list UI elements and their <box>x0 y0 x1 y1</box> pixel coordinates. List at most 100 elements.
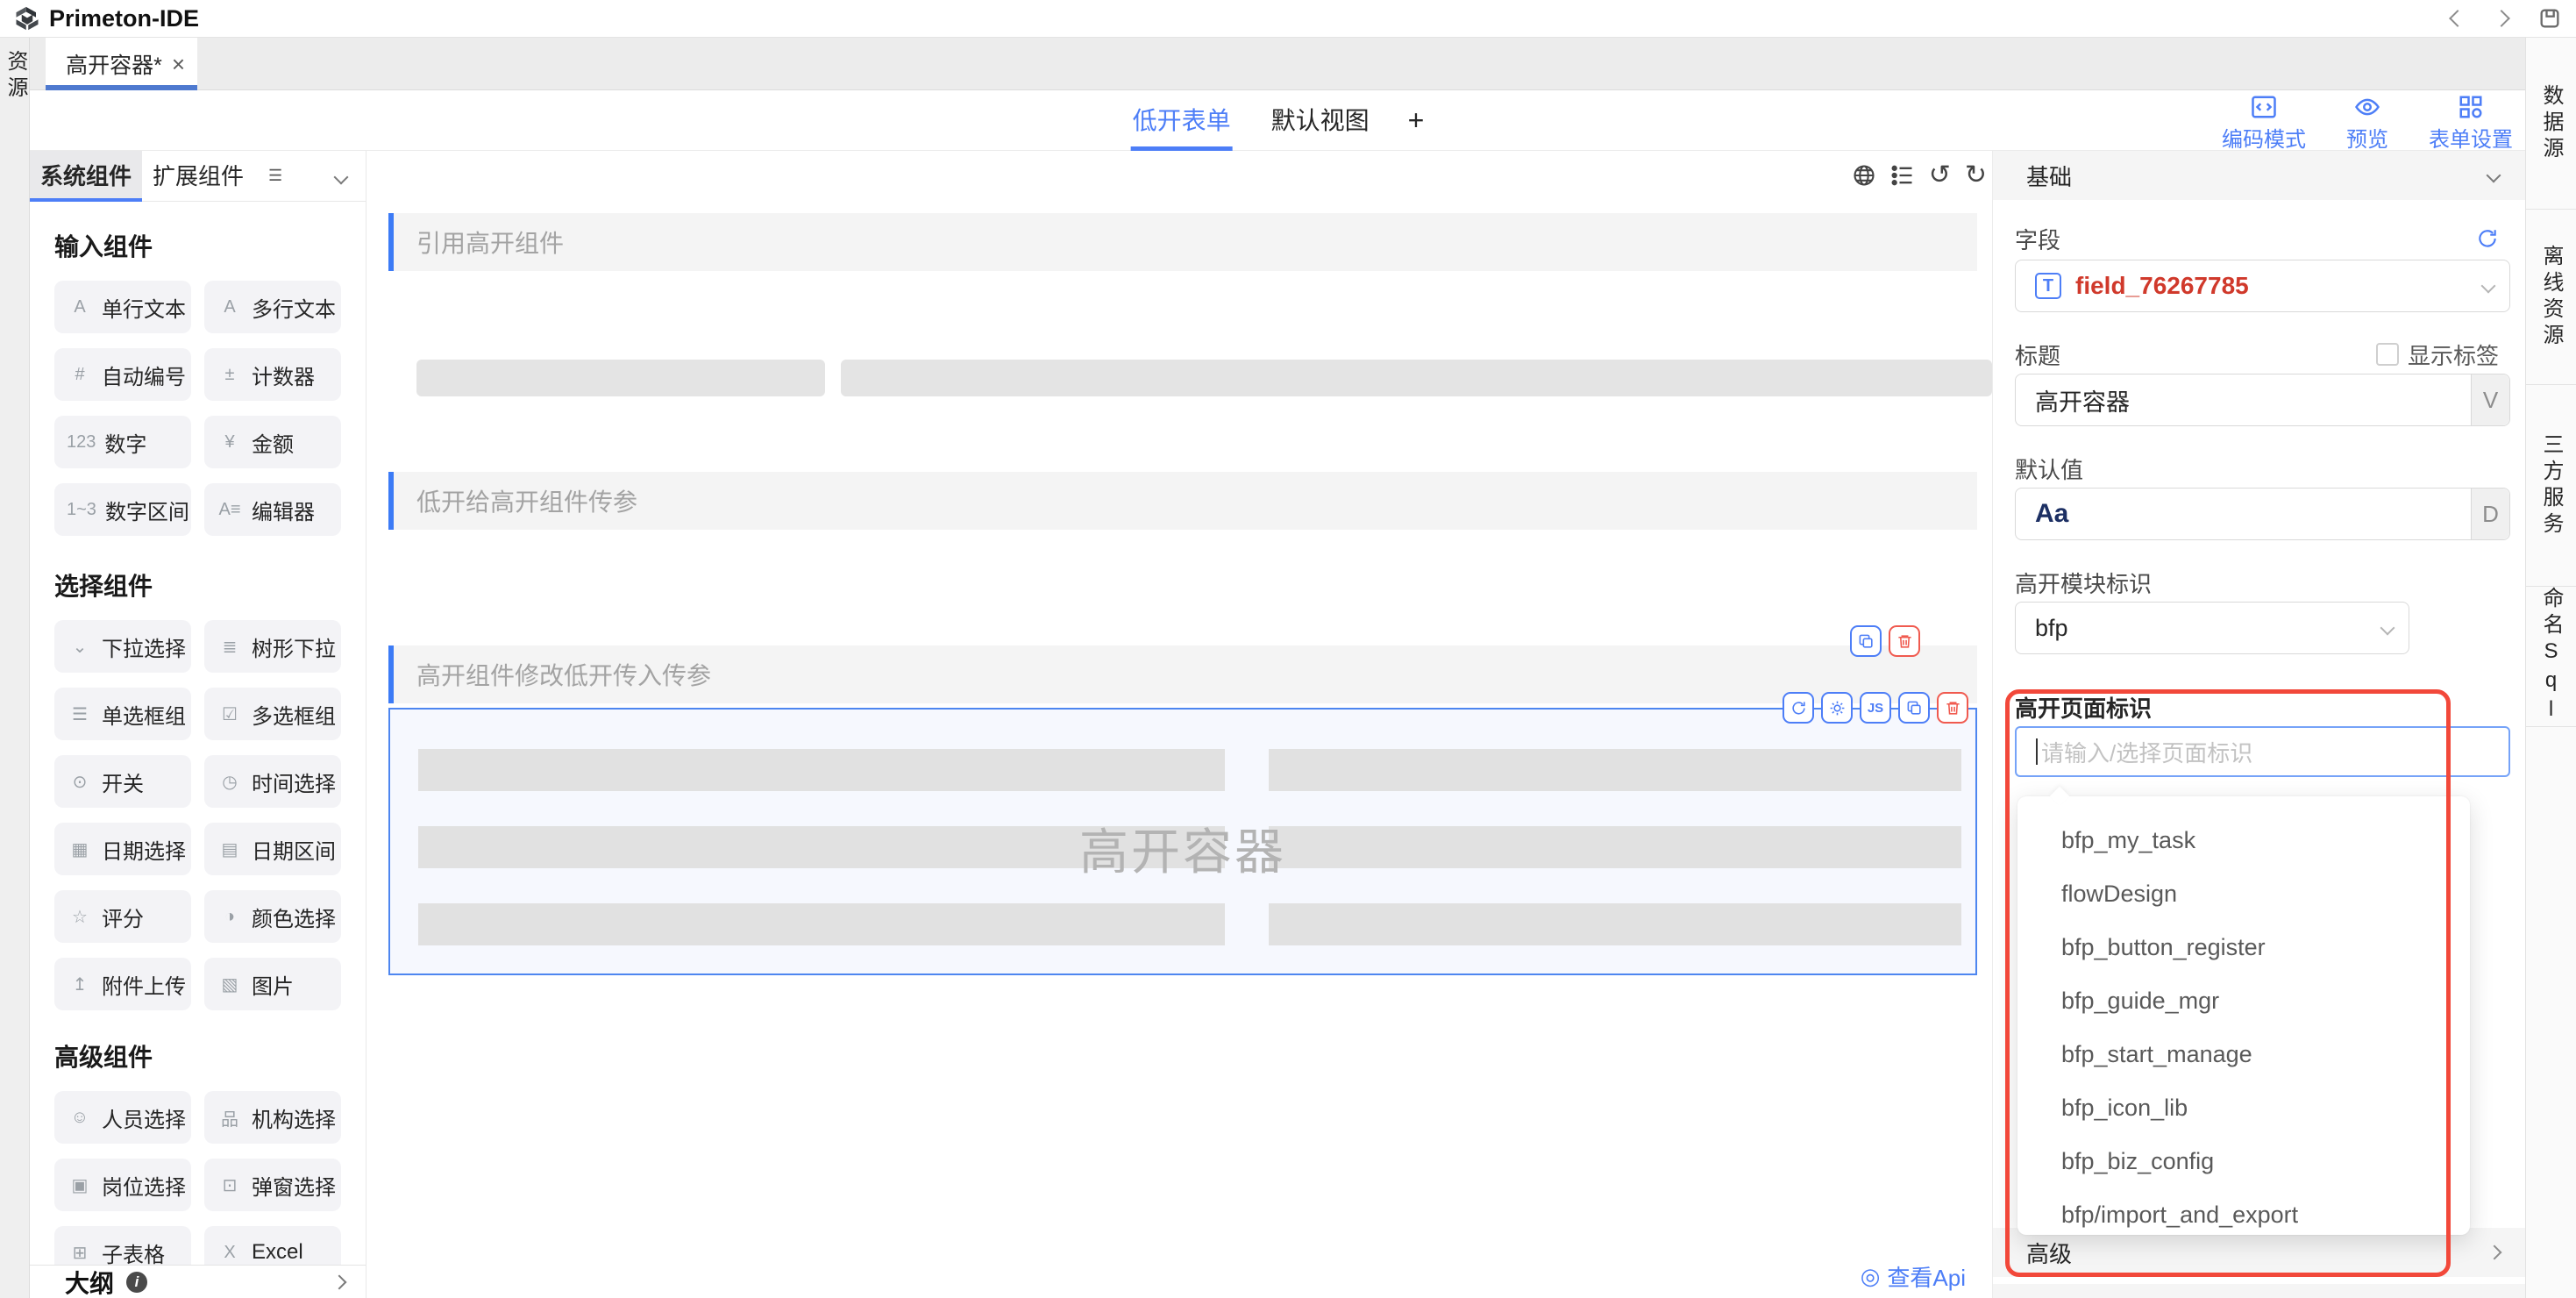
component-icon: 123 <box>67 432 96 453</box>
code-mode-button[interactable]: 编码模式 <box>2222 94 2306 153</box>
back-icon[interactable] <box>2449 10 2466 27</box>
component-label: 日期区间 <box>252 834 336 865</box>
component-item[interactable]: ↥附件上传 <box>54 958 191 1010</box>
copy-button[interactable] <box>1898 692 1930 724</box>
default-value-input[interactable]: Aa D <box>2015 488 2510 540</box>
component-icon: ¥ <box>217 432 243 453</box>
component-item[interactable]: ▤日期区间 <box>204 823 341 875</box>
component-item[interactable]: ☆评分 <box>54 890 191 943</box>
sidebar-item-resources[interactable]: 资源 <box>0 50 31 103</box>
default-value-dynamic-button[interactable]: D <box>2471 489 2509 539</box>
group-title-input: 输入组件 <box>54 228 366 263</box>
outline-bar[interactable]: 大纲 i <box>30 1265 366 1298</box>
settings-button[interactable] <box>1821 692 1853 724</box>
component-item[interactable]: ⊙开关 <box>54 755 191 808</box>
forward-icon[interactable] <box>2493 10 2510 27</box>
placeholder-field[interactable] <box>841 360 1992 396</box>
component-item[interactable]: ⌄下拉选择 <box>54 620 191 673</box>
js-event-button[interactable]: JS <box>1860 692 1891 724</box>
module-id-label: 高开模块标识 <box>2015 567 2152 599</box>
container-watermark: 高开容器 <box>390 813 1975 884</box>
component-item[interactable]: ☑多选框组 <box>204 688 341 740</box>
module-id-label-row: 高开模块标识 <box>1993 570 2525 595</box>
sync-button[interactable] <box>1783 692 1814 724</box>
right-dock-tab[interactable]: 数据源 <box>2526 38 2576 210</box>
dropdown-option[interactable]: bfp_my_task <box>2017 814 2470 867</box>
dropdown-option[interactable]: bfp_icon_lib <box>2017 1081 2470 1135</box>
add-view-button[interactable]: + <box>1408 104 1425 137</box>
save-icon[interactable] <box>2537 6 2562 31</box>
placeholder-field[interactable] <box>416 360 825 396</box>
tab-close-icon[interactable]: × <box>172 51 185 78</box>
form-settings-button[interactable]: 表单设置 <box>2429 94 2513 153</box>
component-icon: A <box>217 297 243 317</box>
outline-tree-icon[interactable] <box>1890 163 1915 188</box>
section-hk-modifies-params[interactable]: 高开组件修改低开传入传参 <box>388 645 1977 703</box>
component-item[interactable]: ¥金额 <box>204 416 341 468</box>
component-item[interactable]: 1~3数字区间 <box>54 483 191 536</box>
component-label: 单行文本 <box>102 292 186 323</box>
component-item[interactable]: A 单行文本 <box>54 281 191 333</box>
section-pass-params-to-hk[interactable]: 低开给高开组件传参 <box>388 472 1977 530</box>
component-item[interactable]: ±计数器 <box>204 348 341 401</box>
style-section-header[interactable]: 样式 <box>1993 1284 2525 1298</box>
delete-button[interactable] <box>1889 625 1920 657</box>
component-label: 图片 <box>252 969 294 1000</box>
redo-icon[interactable]: ↻ <box>1965 163 1987 188</box>
component-item[interactable]: #自动编号 <box>54 348 191 401</box>
component-item[interactable]: ☺人员选择 <box>54 1091 191 1144</box>
app-title: Primeton-IDE <box>49 5 199 32</box>
show-label-checkbox[interactable] <box>2376 343 2399 366</box>
page-id-label: 高开页面标识 <box>2015 691 2152 724</box>
component-item[interactable]: ◑颜色选择 <box>204 890 341 943</box>
component-item[interactable]: ⊡弹窗选择 <box>204 1159 341 1211</box>
default-value-label-row: 默认值 <box>1993 456 2525 481</box>
component-item[interactable]: ☰单选框组 <box>54 688 191 740</box>
title-variable-button[interactable]: V <box>2471 374 2509 425</box>
component-item[interactable]: ▧图片 <box>204 958 341 1010</box>
component-item[interactable]: A多行文本 <box>204 281 341 333</box>
tab-default-view[interactable]: 默认视图 <box>1270 90 1371 151</box>
component-item[interactable]: ◷时间选择 <box>204 755 341 808</box>
view-api-link[interactable]: ◎ 查看Api <box>1861 1260 1966 1293</box>
component-icon: A <box>67 297 93 317</box>
i18n-globe-icon[interactable] <box>1852 163 1876 188</box>
title-input[interactable]: 高开容器 V <box>2015 374 2510 426</box>
module-id-select[interactable]: bfp <box>2015 602 2409 654</box>
component-item[interactable]: A≡编辑器 <box>204 483 341 536</box>
dropdown-option[interactable]: bfp_start_manage <box>2017 1028 2470 1081</box>
tab-extended-components[interactable]: 扩展组件 <box>142 151 254 202</box>
section-reference-hk-component[interactable]: 引用高开组件 <box>388 213 1977 271</box>
right-dock-tab[interactable]: 三方服务 <box>2526 385 2576 587</box>
list-view-icon[interactable]: ☰ <box>268 167 282 185</box>
collapse-palette-icon[interactable] <box>334 170 349 185</box>
delete-button[interactable] <box>1937 692 1968 724</box>
component-item[interactable]: 品机构选择 <box>204 1091 341 1144</box>
style-section-title: 样式 <box>2026 1293 2072 1298</box>
tab-gaokai-container[interactable]: 高开容器* × <box>46 38 197 90</box>
copy-button[interactable] <box>1850 625 1882 657</box>
basic-section-header[interactable]: 基础 <box>1993 151 2525 200</box>
expand-outline-icon[interactable] <box>332 1274 347 1289</box>
show-label-toggle[interactable]: 显示标签 <box>2376 339 2499 371</box>
field-select[interactable]: T field_76267785 <box>2015 260 2510 312</box>
refresh-field-icon[interactable] <box>2476 227 2499 250</box>
tab-system-components[interactable]: 系统组件 <box>30 151 142 202</box>
dropdown-option[interactable]: bfp/import_and_export <box>2017 1188 2470 1242</box>
component-item[interactable]: ▣岗位选择 <box>54 1159 191 1211</box>
component-item[interactable]: ▦日期选择 <box>54 823 191 875</box>
right-dock-tab[interactable]: 命名Sql <box>2526 587 2576 727</box>
page-id-input[interactable]: 请输入/选择页面标识 <box>2015 726 2510 777</box>
dropdown-option[interactable]: bfp_biz_config <box>2017 1135 2470 1188</box>
tab-lowcode-form[interactable]: 低开表单 <box>1131 90 1233 151</box>
preview-button[interactable]: 预览 <box>2346 94 2388 153</box>
dropdown-option[interactable]: flowDesign <box>2017 867 2470 921</box>
undo-icon[interactable]: ↺ <box>1929 163 1951 188</box>
dropdown-option[interactable]: bfp_guide_mgr <box>2017 974 2470 1028</box>
dropdown-option[interactable]: bfp_button_register <box>2017 921 2470 974</box>
right-dock-tab[interactable]: 离线资源 <box>2526 210 2576 385</box>
component-item[interactable]: 123数字 <box>54 416 191 468</box>
selected-hk-container-component[interactable]: JS 高开容器 <box>388 708 1977 975</box>
chevron-down-icon <box>2380 621 2395 636</box>
component-item[interactable]: ≣树形下拉 <box>204 620 341 673</box>
